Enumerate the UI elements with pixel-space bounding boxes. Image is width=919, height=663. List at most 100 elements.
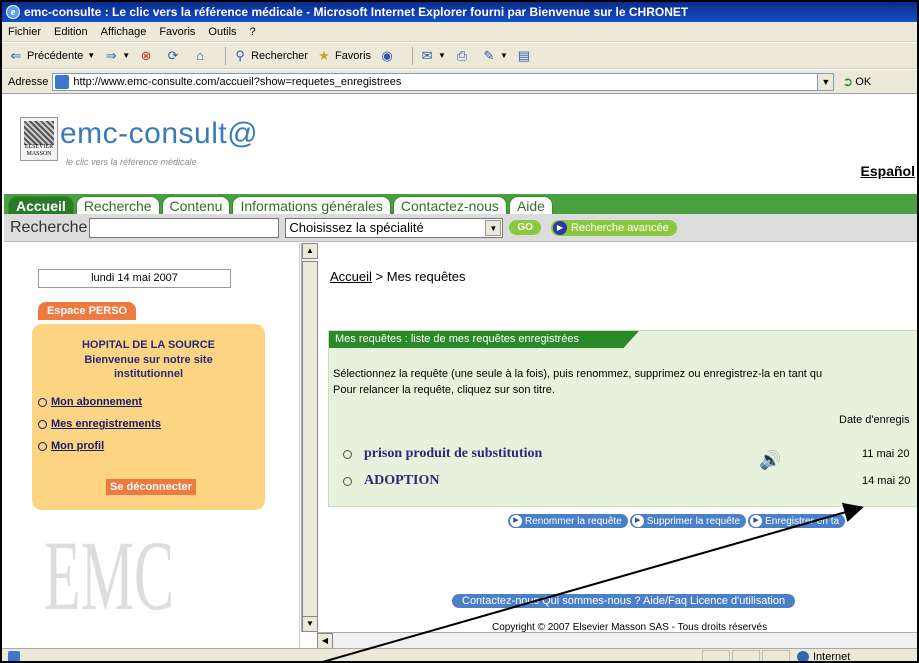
language-link[interactable]: Español	[861, 163, 915, 179]
menu-outils[interactable]: Outils	[208, 26, 236, 38]
main-nav: Accueil Recherche Contenu Informations g…	[4, 194, 917, 214]
browser-window: e emc-consulte : Le clic vers la référen…	[0, 0, 919, 663]
mail-button[interactable]: ✉ ▼	[419, 48, 446, 64]
tab-informations[interactable]: Informations générales	[232, 196, 391, 214]
link-mon-profil[interactable]: Mon profil	[38, 440, 104, 452]
arrow-right-icon: ▶	[750, 515, 763, 527]
speaker-icon[interactable]: 🔊	[759, 450, 781, 471]
request-title[interactable]: prison produit de substitution	[364, 446, 542, 462]
tab-recherche[interactable]: Recherche	[75, 196, 160, 214]
forward-button[interactable]: ⇒ ▼	[103, 48, 130, 64]
status-cell	[702, 650, 730, 661]
brand-name[interactable]: emc-consult@	[60, 117, 258, 151]
bullet-icon	[38, 419, 47, 429]
home-icon: ⌂	[196, 47, 205, 63]
edit-button[interactable]: ✎ ▼	[481, 48, 508, 64]
tab-contenu[interactable]: Contenu	[161, 196, 231, 214]
scroll-left-icon[interactable]: ◀	[317, 633, 333, 649]
mail-icon: ✉	[421, 47, 433, 63]
rename-request-button[interactable]: ▶ Renommer la requête	[508, 514, 628, 528]
discuss-button[interactable]: ▤	[516, 48, 535, 64]
stop-button[interactable]: ⊗	[138, 48, 157, 64]
search-go-button[interactable]: GO	[509, 220, 541, 235]
back-button[interactable]: ⇐ Précédente ▼	[8, 47, 96, 64]
advanced-search-button[interactable]: ▶ Recherche avancée	[550, 219, 677, 236]
media-button[interactable]: ◉	[379, 48, 398, 64]
welcome-text: Bienvenue sur notre site institutionnel	[84, 354, 213, 380]
menu-affichage[interactable]: Affichage	[101, 26, 147, 38]
refresh-button[interactable]: ⟳	[165, 48, 184, 64]
search-label: Recherche	[10, 218, 88, 236]
toolbar-divider	[412, 46, 414, 65]
request-radio[interactable]	[343, 476, 352, 486]
delete-request-button[interactable]: ▶ Supprimer la requête	[629, 514, 747, 528]
address-url: http://www.emc-consulte.com/accueil?show…	[73, 75, 402, 88]
request-row[interactable]: prison produit de substitution	[343, 446, 542, 462]
elsevier-masson-logo[interactable]: ELSEVIER MASSON	[20, 117, 58, 161]
save-as-button[interactable]: ▶ Enregistrer en ta	[748, 514, 846, 528]
search-icon: ⚲	[235, 47, 245, 63]
request-radio[interactable]	[343, 449, 352, 459]
main-content: Accueil > Mes requêtes Mes requêtes : li…	[318, 243, 917, 632]
footer-links[interactable]: Contactez-nous Qui sommes-nous ? Aide/Fa…	[452, 594, 796, 608]
address-dropdown-icon[interactable]: ▼	[817, 73, 834, 90]
favorites-button[interactable]: ★ Favoris	[316, 48, 371, 64]
print-button[interactable]: ⎙	[454, 48, 473, 64]
mail-dropdown-icon[interactable]: ▼	[438, 51, 446, 60]
breadcrumb-home-link[interactable]: Accueil	[330, 269, 372, 284]
arrow-right-icon: ▶	[552, 220, 567, 235]
edit-dropdown-icon[interactable]: ▼	[500, 51, 508, 60]
scroll-down-icon[interactable]: ▼	[302, 616, 318, 632]
home-button[interactable]: ⌂	[192, 48, 211, 64]
arrow-right-icon: ▶	[510, 515, 522, 527]
arrow-right-icon: ▶	[631, 515, 644, 527]
specialty-select[interactable]: Choisissez la spécialité ▼	[285, 217, 504, 238]
left-sidebar: lundi 14 mai 2007 Espace PERSO HOPITAL D…	[4, 243, 300, 648]
hospital-name: HOPITAL DE LA SOURCE	[81, 339, 216, 351]
tab-contact[interactable]: Contactez-nous	[392, 196, 507, 214]
horizontal-scrollbar[interactable]: ◀	[317, 632, 917, 649]
brand-tagline: le clic vers la référence médicale	[66, 157, 197, 167]
back-arrow-icon: ⇐	[10, 47, 22, 63]
edit-icon: ✎	[483, 47, 495, 63]
request-title[interactable]: ADOPTION	[364, 473, 439, 489]
menu-help[interactable]: ?	[250, 26, 256, 38]
back-dropdown-icon[interactable]: ▼	[87, 51, 95, 60]
search-button[interactable]: ⚲ Rechercher	[232, 48, 308, 64]
emc-logo: EMC	[44, 520, 175, 631]
menu-favoris[interactable]: Favoris	[159, 26, 195, 38]
globe-icon	[797, 651, 809, 661]
request-date: 11 mai 20	[862, 448, 910, 460]
espace-perso-tab[interactable]: Espace PERSO	[38, 302, 137, 320]
link-mon-abonnement[interactable]: Mon abonnement	[38, 396, 142, 408]
tab-accueil[interactable]: Accueil	[8, 196, 74, 214]
refresh-icon: ⟳	[167, 47, 179, 63]
site-header: ELSEVIER MASSON emc-consult@ le clic ver…	[4, 95, 917, 194]
chevron-down-icon: ▼	[485, 219, 502, 236]
stop-icon: ⊗	[140, 47, 152, 63]
request-row[interactable]: ADOPTION	[343, 473, 439, 489]
address-bar: Adresse http://www.emc-consulte.com/accu…	[2, 70, 917, 94]
page-icon	[55, 74, 70, 89]
media-icon: ◉	[381, 47, 393, 63]
menu-fichier[interactable]: Fichier	[8, 26, 41, 38]
scroll-up-icon[interactable]: ▲	[302, 243, 318, 259]
tab-aide[interactable]: Aide	[508, 196, 553, 214]
page-status-icon	[8, 651, 20, 661]
title-bar: e emc-consulte : Le clic vers la référen…	[2, 2, 917, 22]
forward-dropdown-icon[interactable]: ▼	[122, 51, 130, 60]
request-date: 14 mai 20	[862, 475, 911, 487]
status-cell	[762, 650, 790, 661]
logout-button[interactable]: Se déconnecter	[106, 479, 196, 495]
scroll-thumb[interactable]	[302, 261, 318, 621]
address-input[interactable]: http://www.emc-consulte.com/accueil?show…	[52, 72, 835, 91]
menu-edition[interactable]: Edition	[54, 26, 88, 38]
saved-requests-panel: Mes requêtes : liste de mes requêtes enr…	[328, 330, 917, 507]
link-mes-enregistrements[interactable]: Mes enregistrements	[38, 418, 161, 430]
vertical-scrollbar[interactable]: ▲ ▼	[301, 243, 318, 632]
go-button[interactable]: ➲ OK	[842, 74, 871, 90]
window-title: emc-consulte : Le clic vers la référence…	[24, 5, 689, 19]
request-actions: ▶ Renommer la requête ▶ Supprimer la requê…	[508, 514, 847, 528]
toolbar: ⇐ Précédente ▼ ⇒ ▼ ⊗ ⟳ ⌂ ⚲ Rechercher ★ …	[2, 43, 917, 69]
search-input[interactable]	[89, 217, 280, 238]
